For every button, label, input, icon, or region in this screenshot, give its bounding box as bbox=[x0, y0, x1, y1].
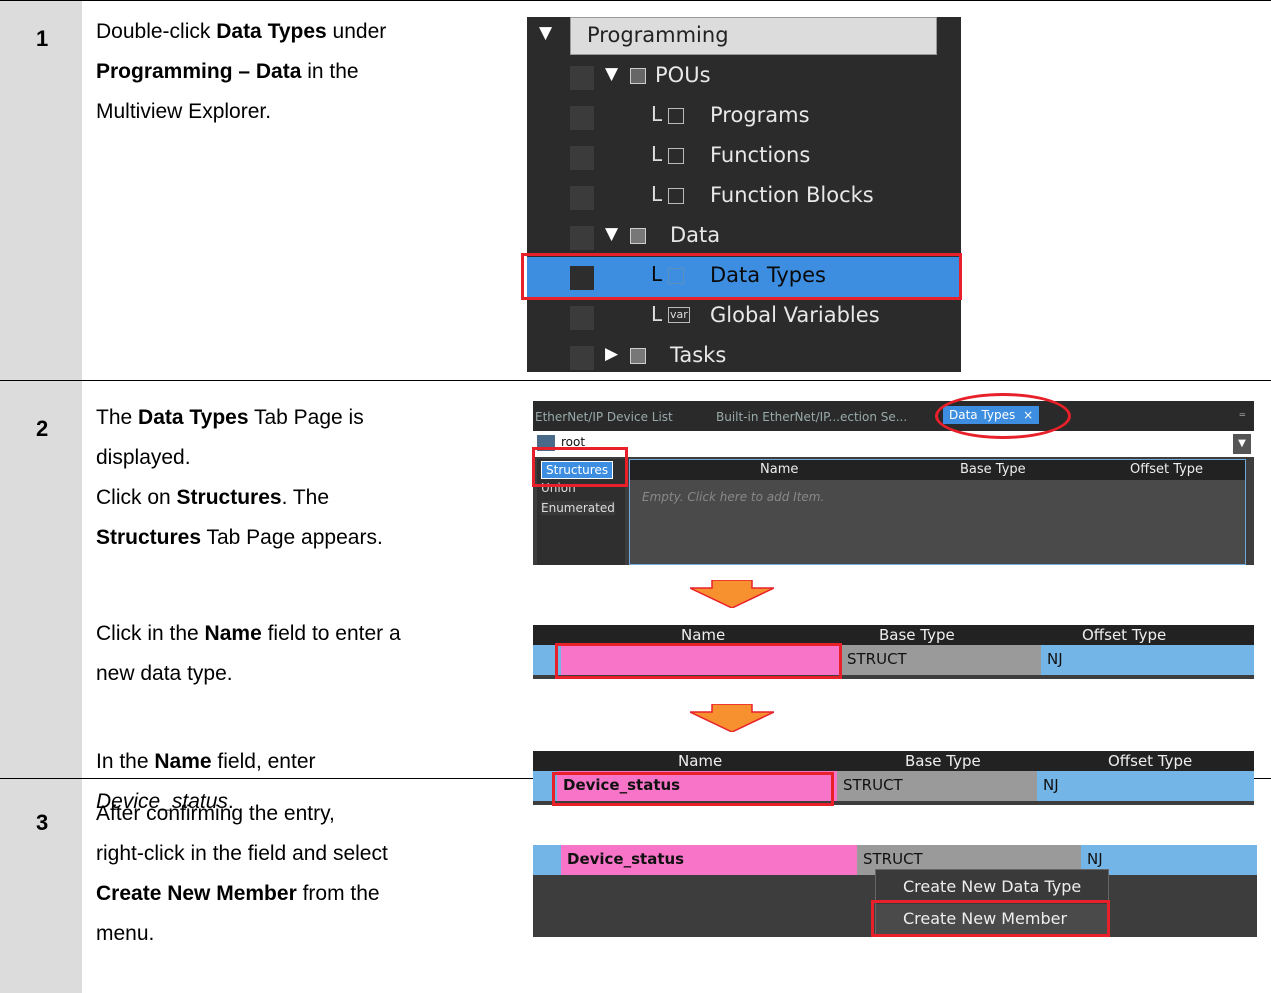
grid-header: Name Base Type Offset Type bbox=[630, 460, 1245, 480]
name-cell[interactable]: Device_status bbox=[561, 845, 857, 875]
step-3-number: 3 bbox=[36, 810, 49, 835]
highlight-create-new-member bbox=[871, 900, 1110, 937]
category-enumerated[interactable]: Enumerated bbox=[541, 501, 615, 515]
tree-item-pous[interactable]: ▼ POUs bbox=[527, 57, 961, 97]
instruction-line: In the Name field, enter bbox=[96, 750, 316, 773]
tree-branch-icon: L bbox=[651, 102, 663, 126]
instruction-line: Structures Tab Page appears. bbox=[96, 526, 383, 549]
instruction-line: After confirming the entry, bbox=[96, 802, 335, 825]
pou-icon bbox=[630, 68, 646, 84]
highlight-name-field bbox=[555, 643, 842, 679]
instruction-line: The Data Types Tab Page is bbox=[96, 406, 364, 429]
step-number-column bbox=[0, 0, 82, 993]
tree-checkbox bbox=[570, 146, 594, 170]
tree-item-programs[interactable]: L Programs bbox=[527, 97, 961, 137]
expand-down-icon[interactable]: ▼ bbox=[605, 64, 618, 84]
empty-grid-hint[interactable]: Empty. Click here to add Item. bbox=[642, 490, 824, 504]
tree-branch-icon: L bbox=[651, 142, 663, 166]
instruction-line: Create New Member from the bbox=[96, 882, 380, 905]
tree-label: Tasks bbox=[670, 343, 727, 367]
instruction-line: Double-click Data Types under bbox=[96, 20, 387, 43]
editor-tab-bar: EtherNet/IP Device List Built-in EtherNe… bbox=[533, 401, 1254, 431]
tree-label: Functions bbox=[710, 143, 811, 167]
column-name: Name bbox=[681, 626, 726, 644]
step-2-number: 2 bbox=[36, 416, 49, 441]
step-1-number: 1 bbox=[36, 26, 49, 51]
instruction-line: Click in the Name field to enter a bbox=[96, 622, 401, 645]
step-2-instructions: The Data Types Tab Page is displayed. Clic… bbox=[96, 398, 383, 558]
grid-header: Name Base Type Offset Type bbox=[533, 625, 1254, 645]
tree-label: Data bbox=[670, 223, 721, 247]
tree-checkbox bbox=[570, 66, 594, 90]
structures-grid[interactable]: Name Base Type Offset Type Empty. Click … bbox=[629, 459, 1246, 565]
column-base-type: Base Type bbox=[905, 752, 981, 770]
tree-label: POUs bbox=[655, 63, 711, 87]
down-arrow-icon bbox=[690, 580, 774, 608]
row-divider-1 bbox=[0, 380, 1271, 381]
program-icon bbox=[668, 108, 684, 124]
tree-branch-icon: L bbox=[651, 182, 663, 206]
base-type-cell[interactable]: STRUCT bbox=[841, 645, 1041, 675]
tree-checkbox bbox=[570, 186, 594, 210]
tree-checkbox bbox=[570, 106, 594, 130]
column-base-type: Base Type bbox=[960, 462, 1026, 477]
function-icon bbox=[668, 148, 684, 164]
column-offset-type: Offset Type bbox=[1082, 626, 1167, 644]
expand-down-icon[interactable]: ▼ bbox=[605, 224, 618, 244]
step-1-instructions: Double-click Data Types under Programming… bbox=[96, 12, 386, 132]
down-arrow-icon bbox=[690, 704, 774, 732]
tree-label: Programs bbox=[710, 103, 810, 127]
instruction-line: menu. bbox=[96, 922, 155, 945]
highlight-data-types bbox=[521, 253, 962, 300]
tree-item-function-blocks[interactable]: L Function Blocks bbox=[527, 177, 961, 217]
column-base-type: Base Type bbox=[879, 626, 955, 644]
tree-item-global-variables[interactable]: L var Global Variables bbox=[527, 297, 961, 337]
tree-checkbox bbox=[570, 346, 594, 370]
instruction-line: new data type. bbox=[96, 662, 233, 685]
tasks-icon bbox=[630, 348, 646, 364]
column-offset-type: Offset Type bbox=[1130, 462, 1204, 477]
highlight-data-types-tab bbox=[935, 393, 1071, 439]
instruction-line: right-click in the field and select bbox=[96, 842, 388, 865]
table-top-border bbox=[0, 0, 1271, 1]
step-3-instructions: After confirming the entry, right-click i… bbox=[96, 794, 388, 954]
expand-right-icon[interactable]: ▶ bbox=[605, 344, 618, 364]
tree-checkbox bbox=[570, 226, 594, 250]
grid-header: Name Base Type Offset Type bbox=[533, 751, 1254, 771]
offset-type-cell[interactable]: NJ bbox=[1041, 645, 1251, 675]
tree-label: Programming bbox=[587, 23, 729, 47]
instruction-line: Programming – Data in the bbox=[96, 60, 359, 83]
tree-checkbox bbox=[570, 306, 594, 330]
tree-label: Global Variables bbox=[710, 303, 880, 327]
instruction-line: Multiview Explorer. bbox=[96, 100, 272, 123]
tree-item-data[interactable]: ▼ Data bbox=[527, 217, 961, 257]
root-selector[interactable]: root ▼ bbox=[533, 431, 1254, 457]
data-table-icon bbox=[630, 228, 646, 244]
var-icon: var bbox=[668, 307, 690, 323]
data-types-tab-page: EtherNet/IP Device List Built-in EtherNe… bbox=[533, 401, 1254, 565]
offset-type-cell[interactable]: NJ bbox=[1037, 771, 1251, 801]
step-2-instructions-name-field: Click in the Name field to enter a new da… bbox=[96, 614, 401, 694]
tab-overflow-icon[interactable]: ₌ bbox=[1239, 405, 1246, 421]
column-offset-type: Offset Type bbox=[1108, 752, 1193, 770]
dropdown-icon[interactable]: ▼ bbox=[1233, 434, 1251, 454]
highlight-name-value bbox=[552, 772, 834, 806]
column-name: Name bbox=[678, 752, 723, 770]
tree-item-tasks[interactable]: ▶ Tasks bbox=[527, 337, 961, 372]
expand-down-icon[interactable]: ▼ bbox=[539, 23, 552, 43]
tab-built-in-ethernet-ip[interactable]: Built-in EtherNet/IP...ection Se... bbox=[716, 410, 907, 424]
column-name: Name bbox=[760, 462, 799, 477]
tree-label: Function Blocks bbox=[710, 183, 874, 207]
instruction-line: Click on Structures. The bbox=[96, 486, 330, 509]
instruction-line: displayed. bbox=[96, 446, 191, 469]
highlight-structures bbox=[532, 447, 628, 487]
tree-item-programming[interactable]: ▼ Programming bbox=[527, 17, 961, 57]
function-block-icon bbox=[668, 188, 684, 204]
multiview-explorer-tree: ▼ Programming ▼ POUs L Programs L Functi… bbox=[527, 17, 961, 372]
tab-ethernet-ip-device-list[interactable]: EtherNet/IP Device List bbox=[535, 410, 673, 424]
tree-branch-icon: L bbox=[651, 302, 663, 326]
tree-item-functions[interactable]: L Functions bbox=[527, 137, 961, 177]
base-type-cell[interactable]: STRUCT bbox=[837, 771, 1037, 801]
